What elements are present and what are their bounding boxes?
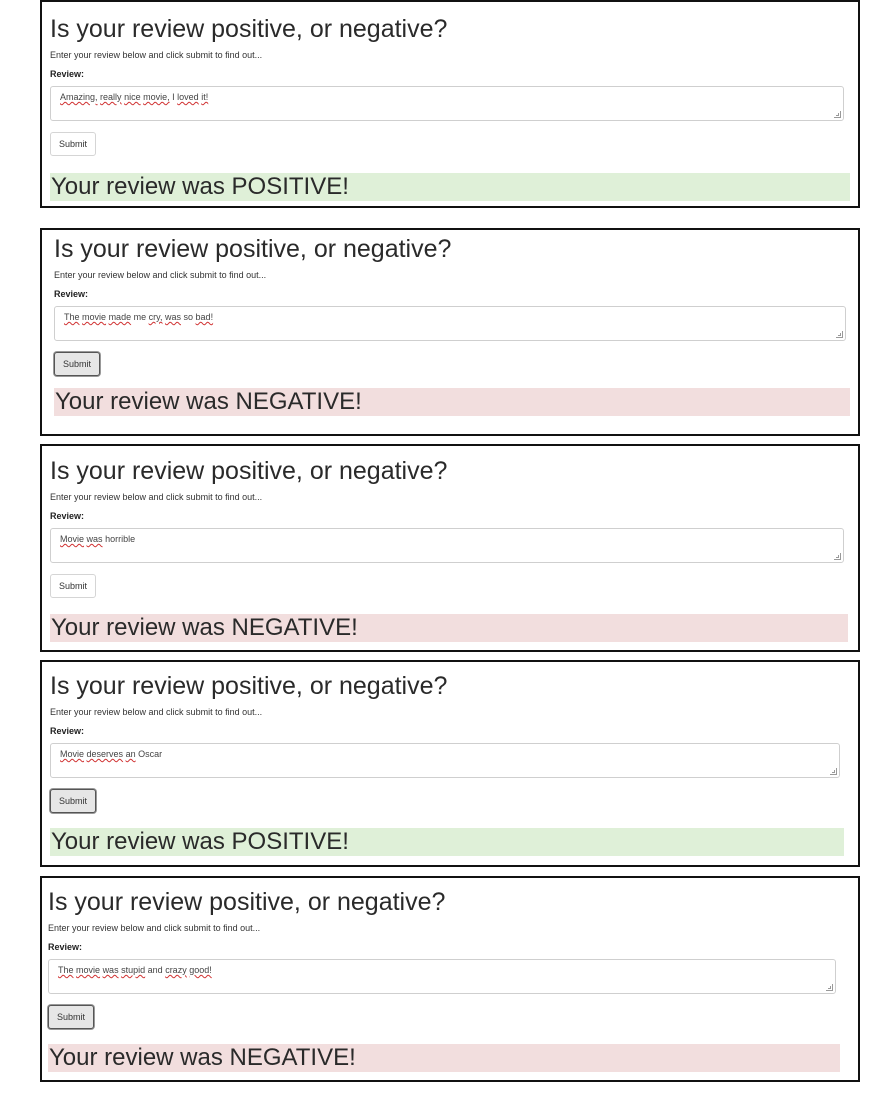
review-word: bad! [195, 312, 214, 322]
review-word: horrible [105, 534, 136, 544]
review-panel-3: Is your review positive, or negative? En… [40, 444, 860, 652]
review-word: movie, [143, 92, 170, 102]
resize-handle[interactable] [836, 331, 843, 338]
review-word: an [125, 749, 136, 759]
submit-button[interactable]: Submit [54, 352, 101, 376]
review-label: Review: [48, 942, 83, 952]
review-label: Review: [50, 726, 85, 736]
review-word: loved [177, 92, 199, 102]
review-word: Movie [60, 749, 85, 759]
instructions-text: Enter your review below and click submit… [48, 923, 261, 933]
review-word: Oscar [138, 749, 163, 759]
review-word: movie [76, 965, 101, 975]
page-title: Is your review positive, or negative? [50, 15, 448, 43]
instructions-text: Enter your review below and click submit… [50, 707, 263, 717]
review-panel-2: Is your review positive, or negative? En… [40, 228, 860, 436]
review-textarea[interactable]: Amazing, really nice movie, I loved it! [50, 86, 844, 121]
review-word: I [172, 92, 175, 102]
review-panel-4: Is your review positive, or negative? En… [40, 660, 860, 867]
review-word: good! [189, 965, 212, 975]
review-word: it! [201, 92, 209, 102]
instructions-text: Enter your review below and click submit… [50, 492, 263, 502]
review-word: stupid [121, 965, 146, 975]
resize-handle[interactable] [830, 768, 837, 775]
review-panel-5: Is your review positive, or negative? En… [40, 876, 860, 1082]
page-title: Is your review positive, or negative? [54, 235, 452, 263]
review-word: was [164, 312, 181, 322]
review-textarea[interactable]: The movie made me cry, was so bad! [54, 306, 846, 341]
review-word: was [86, 534, 103, 544]
review-textarea[interactable]: Movie was horrible [50, 528, 844, 563]
review-label: Review: [50, 69, 85, 79]
submit-button[interactable]: Submit [50, 789, 97, 813]
instructions-text: Enter your review below and click submit… [54, 270, 267, 280]
review-word: nice [124, 92, 141, 102]
submit-button[interactable]: Submit [48, 1005, 95, 1029]
review-word: crazy [165, 965, 187, 975]
review-word: Movie [60, 534, 85, 544]
page-title: Is your review positive, or negative? [50, 457, 448, 485]
review-textarea[interactable]: Movie deserves an Oscar [50, 743, 840, 778]
review-label: Review: [54, 289, 89, 299]
result-banner: Your review was NEGATIVE! [48, 1044, 840, 1072]
review-word: movie [82, 312, 107, 322]
resize-handle[interactable] [834, 111, 841, 118]
result-banner: Your review was NEGATIVE! [50, 614, 848, 642]
review-textarea[interactable]: The movie was stupid and crazy good! [48, 959, 836, 994]
review-word: deserves [86, 749, 124, 759]
resize-handle[interactable] [834, 553, 841, 560]
result-banner: Your review was POSITIVE! [50, 173, 850, 201]
review-word: Amazing, [60, 92, 98, 102]
review-word: made [108, 312, 132, 322]
review-word: so [183, 312, 194, 322]
review-word: me [133, 312, 147, 322]
review-word: and [147, 965, 163, 975]
review-word: cry, [148, 312, 163, 322]
review-panel-1: Is your review positive, or negative? En… [40, 0, 860, 208]
review-word: really [100, 92, 122, 102]
review-word: The [64, 312, 80, 322]
review-label: Review: [50, 511, 85, 521]
submit-button[interactable]: Submit [50, 574, 97, 598]
instructions-text: Enter your review below and click submit… [50, 50, 263, 60]
page-title: Is your review positive, or negative? [50, 672, 448, 700]
result-banner: Your review was NEGATIVE! [54, 388, 850, 416]
page-title: Is your review positive, or negative? [48, 888, 446, 916]
result-banner: Your review was POSITIVE! [50, 828, 844, 856]
submit-button[interactable]: Submit [50, 132, 97, 156]
review-word: was [102, 965, 119, 975]
review-word: The [58, 965, 74, 975]
resize-handle[interactable] [826, 984, 833, 991]
